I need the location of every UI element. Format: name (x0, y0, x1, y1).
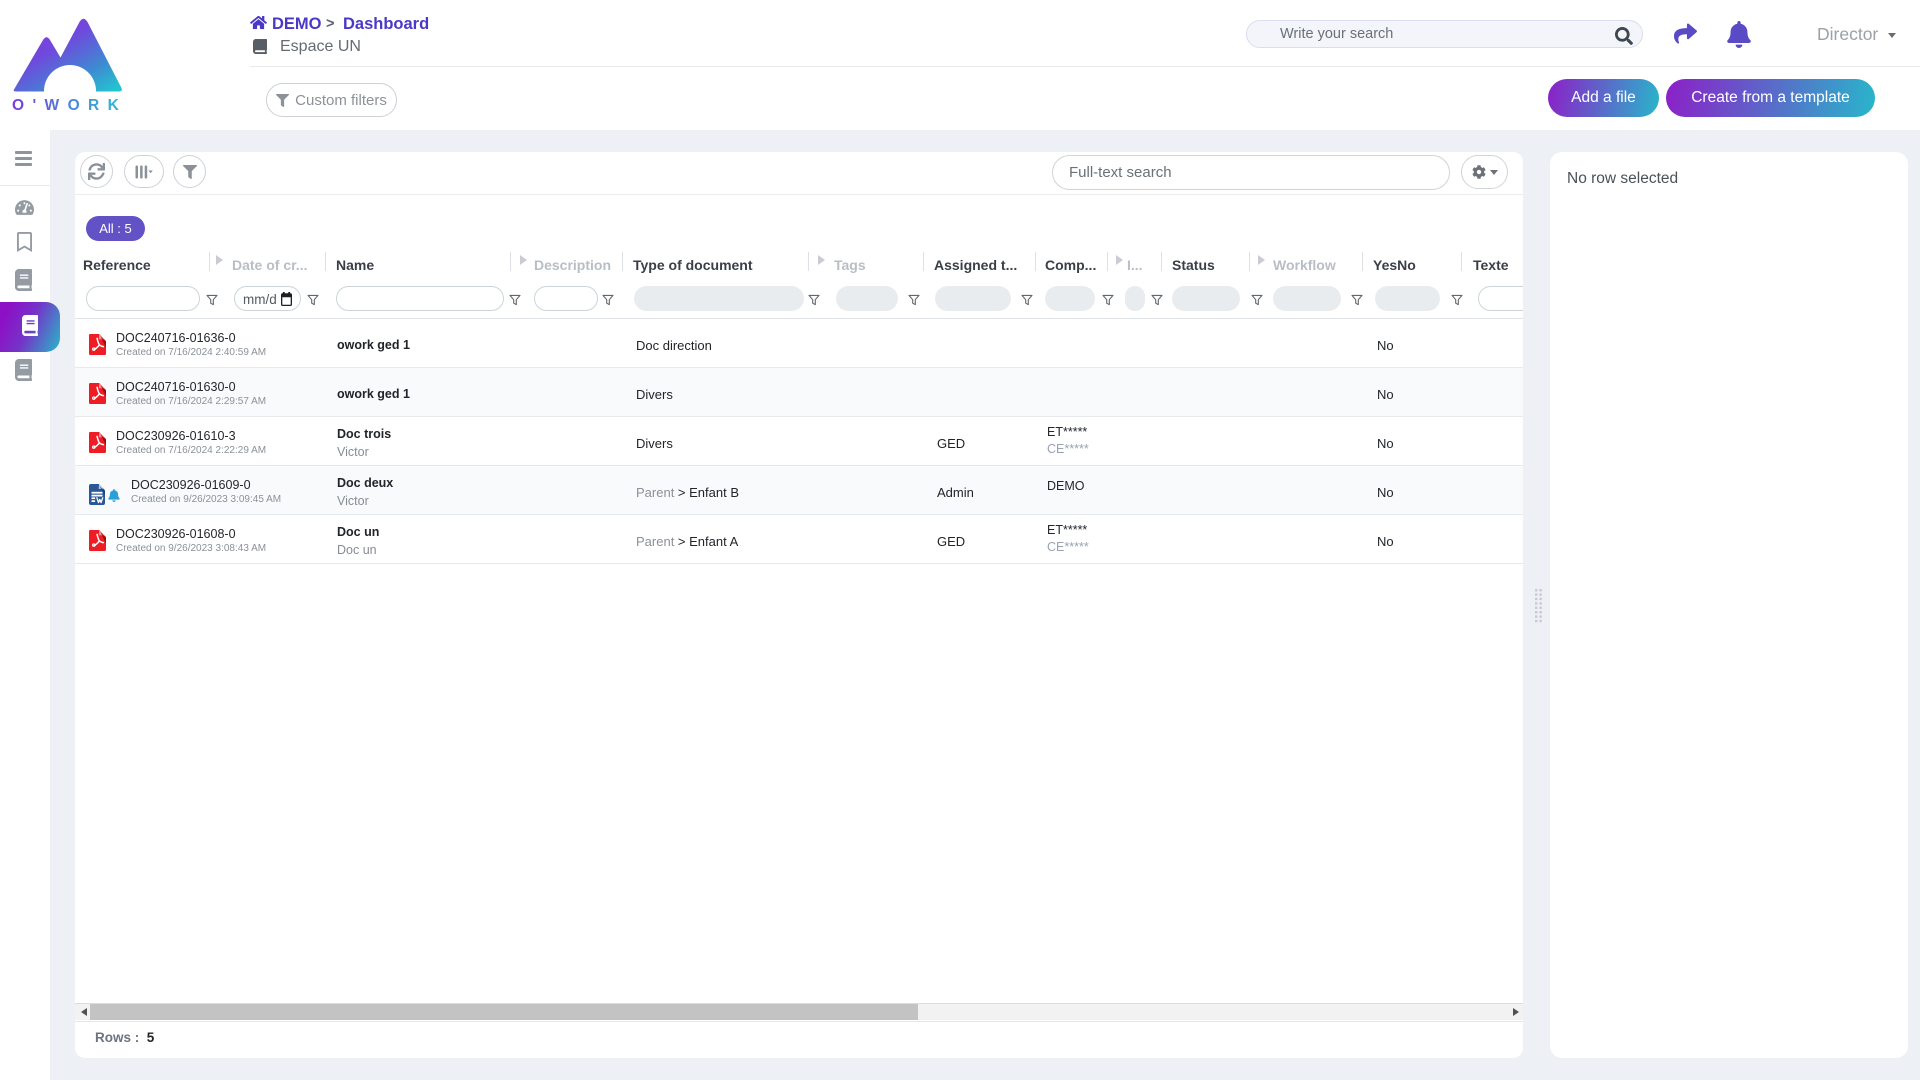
svg-text:O'WORK: O'WORK (12, 97, 127, 114)
